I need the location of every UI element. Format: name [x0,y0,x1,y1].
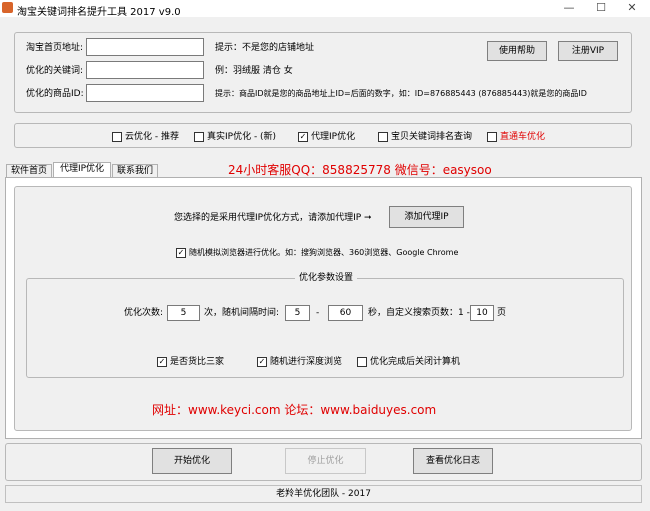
count-label: 优化次数: [124,308,164,318]
keyword-hint: 例：羽绒服 清仓 女 [215,66,293,76]
shop-url-hint: 提示：不是您的店铺地址 [215,43,315,53]
interval-dash: - [316,308,320,318]
deep-browse-label: 随机进行深度浏览 [270,357,343,367]
proxy-prompt: 您选择的是采用代理IP优化方式，请添加代理IP ➞ [174,213,372,223]
add-proxy-button[interactable]: 添加代理IP [389,206,464,228]
count-input[interactable]: 5 [167,305,200,321]
window-title: 淘宝关键词排名提升工具 2017 v9.0 [17,7,181,18]
register-vip-button[interactable]: 注册VIP [558,41,618,61]
shop-url-label: 淘宝首页地址: [26,43,84,53]
pages-label: 秒，自定义搜索页数：1 - [368,308,470,318]
footer-text: 老羚羊优化团队 - 2017 [276,489,371,499]
mode-cloud-label: 云优化 - 推荐 [125,132,179,142]
tab-home[interactable]: 软件首页 [6,164,52,178]
shutdown-label: 优化完成后关闭计算机 [370,357,461,367]
mode-cloud-checkbox[interactable] [112,132,122,142]
compare-checkbox[interactable]: ✓ [157,357,167,367]
view-log-button[interactable]: 查看优化日志 [413,448,493,474]
shutdown-checkbox[interactable] [357,357,367,367]
minimize-button[interactable]: — [554,0,584,17]
mode-proxy-label: 代理IP优化 [311,132,356,142]
product-id-label: 优化的商品ID: [26,89,84,99]
title-bar: 淘宝关键词排名提升工具 2017 v9.0 — ☐ ✕ [0,0,650,18]
pages-input[interactable]: 10 [470,305,494,321]
product-id-input[interactable] [86,84,204,102]
deep-browse-checkbox[interactable]: ✓ [257,357,267,367]
support-banner: 24小时客服QQ：858825778 微信号：easysoo [228,163,492,177]
site-banner: 网址：www.keyci.com 论坛：www.baiduyes.com [152,403,437,417]
close-button[interactable]: ✕ [617,0,647,17]
mode-real-ip-checkbox[interactable] [194,132,204,142]
stop-button[interactable]: 停止优化 [285,448,366,474]
tab-proxy-ip[interactable]: 代理IP优化 [53,162,111,178]
interval-max-input[interactable]: 60 [328,305,363,321]
interval-min-input[interactable]: 5 [285,305,310,321]
pages-unit: 页 [497,308,507,318]
mode-proxy-checkbox[interactable]: ✓ [298,132,308,142]
start-button[interactable]: 开始优化 [152,448,232,474]
tab-contact[interactable]: 联系我们 [112,164,158,178]
app-icon [2,2,13,13]
mode-through-train-label: 直通车优化 [500,132,546,142]
product-id-hint: 提示：商品ID就是您的商品地址上ID=后面的数字，如：ID=876885443 … [215,89,587,98]
mode-rank-query-label: 宝贝关键词排名查询 [391,132,473,142]
compare-label: 是否货比三家 [170,357,225,367]
interval-label: 次，随机间隔时间: [204,308,280,318]
status-bar: 老羚羊优化团队 - 2017 [5,485,642,503]
keyword-input[interactable] [86,61,204,79]
simulate-browser-label: 随机模拟浏览器进行优化。如：搜狗浏览器、360浏览器、Google Chrome [189,248,459,257]
mode-rank-query-checkbox[interactable] [378,132,388,142]
mode-through-train-checkbox[interactable] [487,132,497,142]
maximize-button[interactable]: ☐ [586,0,616,17]
keyword-label: 优化的关键词: [26,66,84,76]
help-button[interactable]: 使用帮助 [487,41,547,61]
mode-real-ip-label: 真实IP优化 - (新) [207,132,277,142]
simulate-browser-checkbox[interactable]: ✓ [176,248,186,258]
shop-url-input[interactable] [86,38,204,56]
params-title: 优化参数设置 [295,272,358,284]
